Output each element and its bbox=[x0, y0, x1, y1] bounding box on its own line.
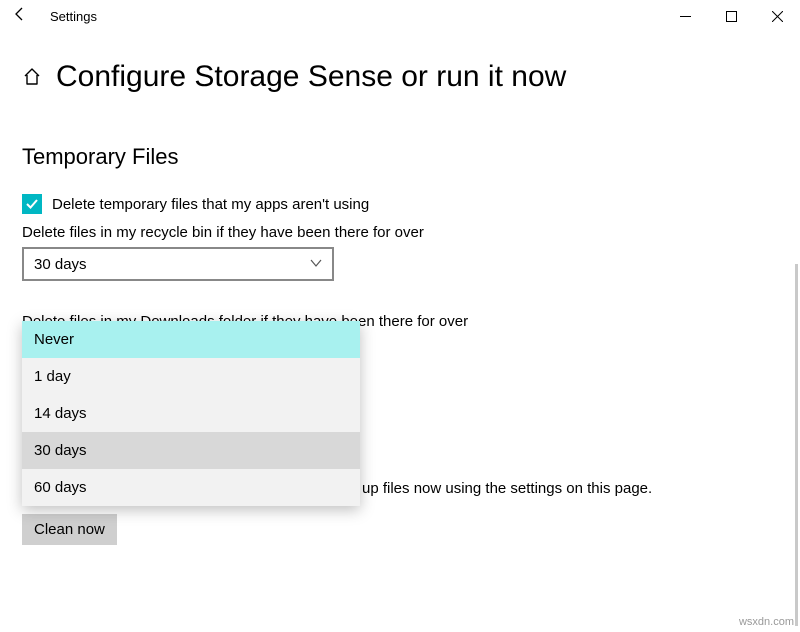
clean-now-button[interactable]: Clean now bbox=[22, 514, 117, 545]
recycle-bin-label: Delete files in my recycle bin if they h… bbox=[22, 224, 778, 241]
maximize-button[interactable] bbox=[708, 0, 754, 32]
minimize-button[interactable] bbox=[662, 0, 708, 32]
content-area: Temporary Files Delete temporary files t… bbox=[0, 104, 800, 330]
free-up-text-partial: up files now using the settings on this … bbox=[362, 480, 652, 497]
chevron-down-icon bbox=[310, 256, 322, 273]
recycle-bin-value: 30 days bbox=[34, 256, 87, 273]
delete-temp-label: Delete temporary files that my apps aren… bbox=[52, 196, 369, 213]
window-controls bbox=[662, 0, 800, 32]
dropdown-option-30days[interactable]: 30 days bbox=[22, 432, 360, 469]
dropdown-option-never[interactable]: Never bbox=[22, 321, 360, 358]
delete-temp-checkbox[interactable] bbox=[22, 194, 42, 214]
recycle-bin-select[interactable]: 30 days bbox=[22, 247, 334, 281]
page-title: Configure Storage Sense or run it now bbox=[56, 60, 566, 94]
delete-temp-checkbox-row: Delete temporary files that my apps aren… bbox=[22, 194, 778, 214]
back-button[interactable] bbox=[12, 6, 28, 26]
dropdown-option-14days[interactable]: 14 days bbox=[22, 395, 360, 432]
titlebar: Settings bbox=[0, 0, 800, 32]
downloads-select-dropdown: Never 1 day 14 days 30 days 60 days bbox=[22, 321, 360, 506]
section-heading: Temporary Files bbox=[22, 144, 778, 170]
dropdown-option-1day[interactable]: 1 day bbox=[22, 358, 360, 395]
app-title: Settings bbox=[50, 9, 97, 24]
scrollbar[interactable] bbox=[795, 264, 798, 626]
watermark: wsxdn.com bbox=[739, 616, 794, 628]
dropdown-option-60days[interactable]: 60 days bbox=[22, 469, 360, 506]
close-button[interactable] bbox=[754, 0, 800, 32]
page-header: Configure Storage Sense or run it now bbox=[0, 32, 800, 104]
home-icon[interactable] bbox=[22, 67, 42, 87]
